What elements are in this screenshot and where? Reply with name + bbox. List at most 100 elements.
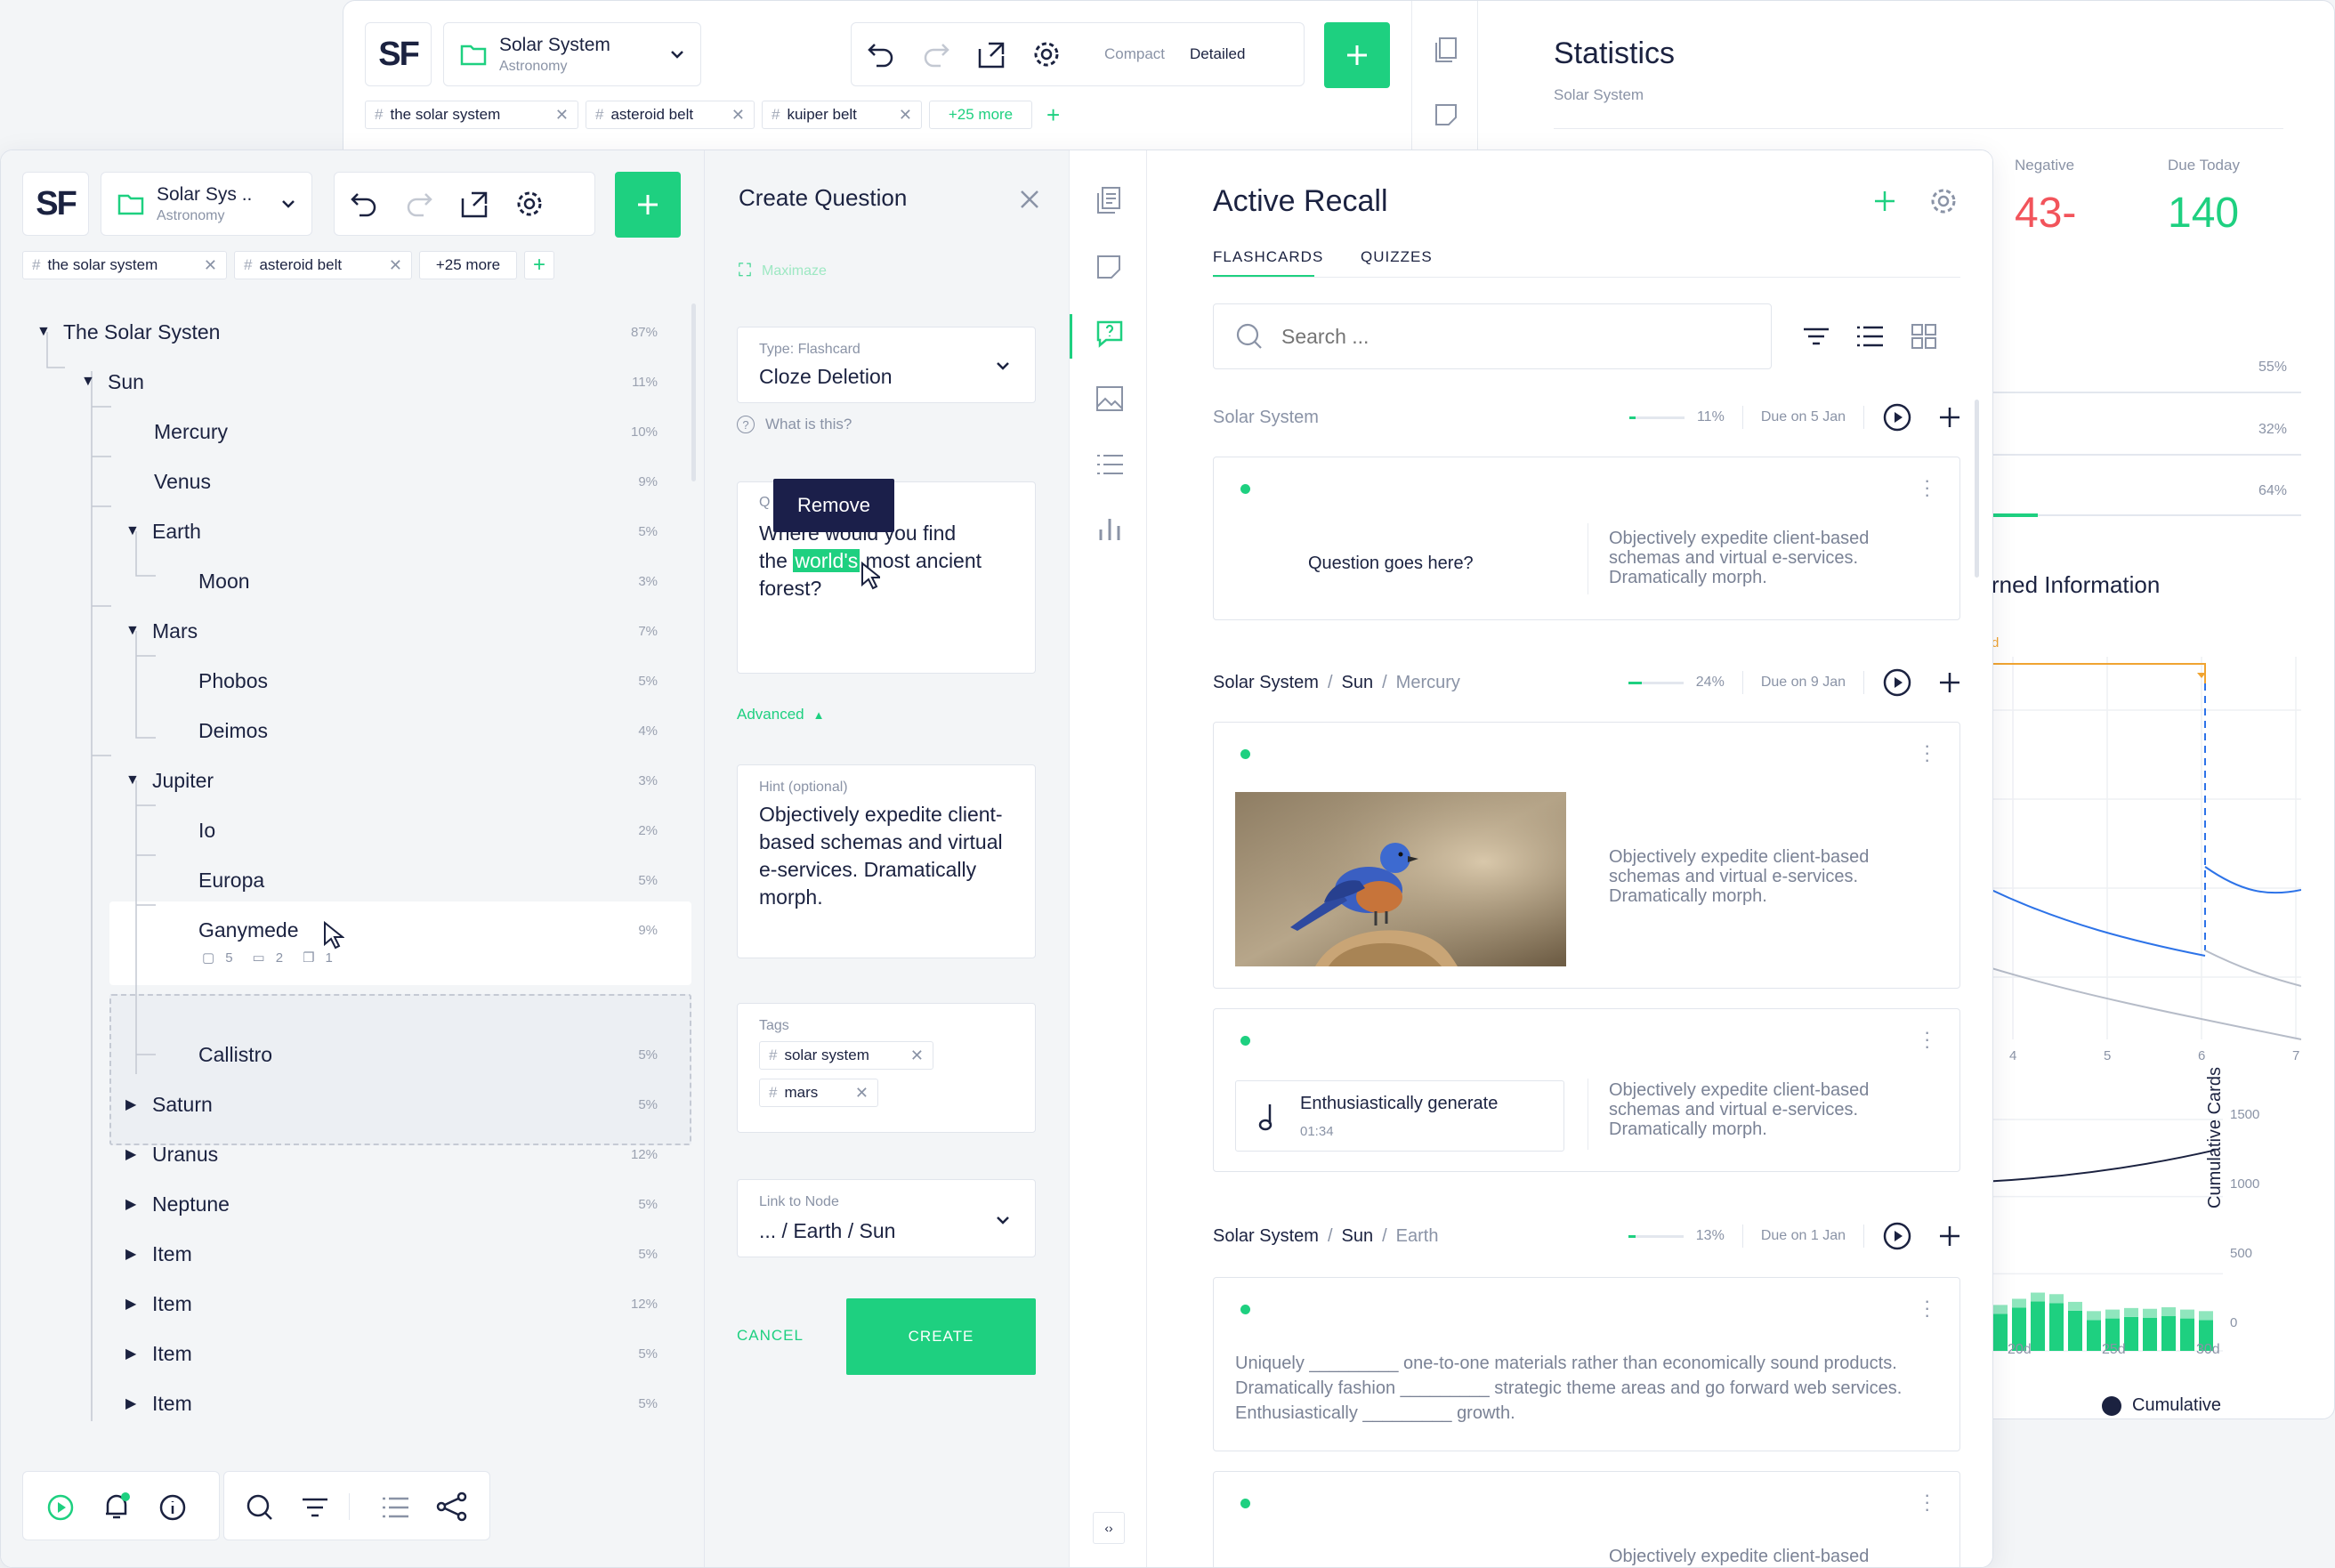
- flashcard[interactable]: · · · Objectively expedite client-based: [1213, 1471, 1960, 1567]
- gear-icon[interactable]: [514, 189, 545, 219]
- play-icon[interactable]: [1882, 402, 1912, 432]
- tag-chip[interactable]: # asteroid belt ✕: [234, 251, 412, 279]
- breadcrumb[interactable]: Mercury: [1396, 673, 1460, 693]
- add-tag-icon[interactable]: +: [1046, 101, 1060, 129]
- create-button[interactable]: CREATE: [846, 1298, 1036, 1375]
- breadcrumb[interactable]: Solar System: [1213, 673, 1319, 693]
- tree-node[interactable]: ▼ Mars 7%: [125, 606, 668, 656]
- caret-down-icon[interactable]: ▼: [125, 523, 152, 539]
- bell-icon[interactable]: [101, 1491, 132, 1522]
- breadcrumb[interactable]: Solar System: [1213, 408, 1319, 428]
- tree-node[interactable]: ▶ Item 5%: [125, 1378, 668, 1428]
- tree-node[interactable]: Europa 5%: [198, 855, 668, 905]
- what-is-this-link[interactable]: ? What is this?: [737, 416, 852, 433]
- caret-down-icon[interactable]: ▼: [125, 772, 152, 788]
- tree-node[interactable]: ▼ Sun 11%: [81, 357, 668, 407]
- notes-icon[interactable]: [1095, 186, 1122, 214]
- close-icon[interactable]: ✕: [899, 106, 912, 125]
- list-view-icon[interactable]: [1855, 325, 1884, 348]
- redo-icon[interactable]: [404, 190, 434, 217]
- add-button[interactable]: [615, 172, 681, 238]
- share-icon[interactable]: [976, 40, 1006, 69]
- tree-node[interactable]: Callistro 5%: [198, 1030, 668, 1079]
- flashcard[interactable]: · · · Uniquely _________ one-to-one materi…: [1213, 1277, 1960, 1451]
- undo-icon[interactable]: [866, 41, 896, 68]
- tree-node[interactable]: Phobos 5%: [198, 656, 668, 706]
- play-icon[interactable]: [1882, 1221, 1912, 1251]
- caret-right-icon[interactable]: ▶: [125, 1195, 152, 1213]
- kebab-menu-icon[interactable]: · · ·: [1924, 736, 1930, 770]
- sticky-note-icon[interactable]: [1434, 102, 1458, 127]
- tree-node[interactable]: Deimos 4%: [198, 706, 668, 756]
- tree-node[interactable]: ▼ Earth 5%: [125, 506, 668, 556]
- tree-node[interactable]: Mercury 10%: [154, 407, 668, 457]
- flashcard[interactable]: · · · Objectively expedite client-based sc…: [1213, 722, 1960, 989]
- caret-right-icon[interactable]: ▶: [125, 1245, 152, 1263]
- redo-icon[interactable]: [921, 41, 951, 68]
- list-icon[interactable]: [1095, 453, 1124, 476]
- plus-icon[interactable]: [1939, 672, 1960, 693]
- collapse-icon[interactable]: ‹›: [1093, 1512, 1125, 1544]
- kebab-menu-icon[interactable]: · · ·: [1924, 1485, 1930, 1519]
- close-icon[interactable]: ✕: [731, 106, 745, 125]
- tree-node[interactable]: ▶ Uranus 12%: [125, 1129, 668, 1179]
- caret-right-icon[interactable]: ▶: [125, 1394, 152, 1412]
- tree-node[interactable]: Moon 3%: [198, 556, 668, 606]
- more-tags[interactable]: +25 more: [929, 101, 1032, 129]
- play-icon[interactable]: [1882, 667, 1912, 698]
- hint-field[interactable]: Hint (optional) Objectively expedite cli…: [737, 764, 1036, 958]
- cloze-highlight[interactable]: world's: [793, 549, 860, 572]
- caret-right-icon[interactable]: ▶: [125, 1345, 152, 1362]
- flashcard[interactable]: · · · Question goes here? Objectively expe…: [1213, 457, 1960, 620]
- question-icon[interactable]: [1095, 319, 1124, 348]
- filter-icon[interactable]: [301, 1497, 329, 1518]
- caret-down-icon[interactable]: ▼: [81, 374, 108, 390]
- plus-icon[interactable]: [1939, 1225, 1960, 1247]
- graph-icon[interactable]: [436, 1491, 468, 1522]
- sticky-note-icon[interactable]: [1095, 254, 1122, 280]
- maximize-button[interactable]: ⛶ Maximaze: [739, 261, 827, 281]
- kebab-menu-icon[interactable]: · · ·: [1924, 471, 1930, 505]
- search-icon[interactable]: [246, 1493, 274, 1522]
- flashcard[interactable]: · · · Enthusiastically generate 01:34 Obje…: [1213, 1008, 1960, 1172]
- project-selector[interactable]: Solar System Astronomy: [443, 22, 701, 86]
- tag-chip[interactable]: # solar system ✕: [759, 1041, 933, 1070]
- remove-tooltip-button[interactable]: Remove: [773, 479, 894, 532]
- kebab-menu-icon[interactable]: · · ·: [1924, 1022, 1930, 1056]
- view-compact[interactable]: Compact: [1104, 45, 1165, 63]
- list-icon[interactable]: [381, 1495, 409, 1520]
- advanced-toggle[interactable]: Advanced ▲: [737, 706, 825, 723]
- tree-node-root[interactable]: ▼ The Solar Systen 87%: [36, 307, 668, 357]
- filter-icon[interactable]: [1802, 327, 1830, 346]
- caret-down-icon[interactable]: ▼: [125, 623, 152, 639]
- tag-chip[interactable]: # asteroid belt ✕: [586, 101, 755, 129]
- caret-down-icon[interactable]: ▼: [36, 324, 63, 340]
- breadcrumb[interactable]: Solar System: [1213, 1226, 1319, 1247]
- kebab-menu-icon[interactable]: · · ·: [1924, 1291, 1930, 1325]
- tree-node-hovered[interactable]: Ganymede 9%: [198, 905, 668, 955]
- image-icon[interactable]: [1095, 385, 1124, 412]
- undo-icon[interactable]: [349, 190, 379, 217]
- tree-node[interactable]: ▶ Item 5%: [125, 1229, 668, 1279]
- add-button[interactable]: [1324, 22, 1390, 88]
- tag-chip[interactable]: # mars ✕: [759, 1079, 878, 1107]
- type-select[interactable]: Type: Flashcard Cloze Deletion: [737, 327, 1036, 403]
- link-node-select[interactable]: Link to Node ... / Earth / Sun: [737, 1179, 1036, 1257]
- tree-node[interactable]: ▶ Saturn 5%: [125, 1079, 668, 1129]
- breadcrumb[interactable]: Earth: [1396, 1226, 1439, 1247]
- play-icon[interactable]: [46, 1493, 75, 1522]
- close-icon[interactable]: ✕: [204, 256, 217, 275]
- notes-icon[interactable]: [1434, 36, 1458, 63]
- search-box[interactable]: [1213, 303, 1772, 369]
- view-detailed[interactable]: Detailed: [1190, 45, 1245, 63]
- tree-node[interactable]: ▶ Neptune 5%: [125, 1179, 668, 1229]
- tree-node[interactable]: Venus 9%: [154, 457, 668, 506]
- tag-chip[interactable]: # the solar system ✕: [22, 251, 227, 279]
- tags-field[interactable]: Tags # solar system ✕ # mars ✕: [737, 1003, 1036, 1133]
- bar-chart-icon[interactable]: [1097, 515, 1122, 542]
- tree-node[interactable]: ▶ Item 5%: [125, 1329, 668, 1378]
- tab-quizzes[interactable]: QUIZZES: [1361, 248, 1433, 266]
- share-icon[interactable]: [459, 190, 489, 218]
- breadcrumb[interactable]: Sun: [1342, 673, 1374, 693]
- caret-right-icon[interactable]: ▶: [125, 1095, 152, 1113]
